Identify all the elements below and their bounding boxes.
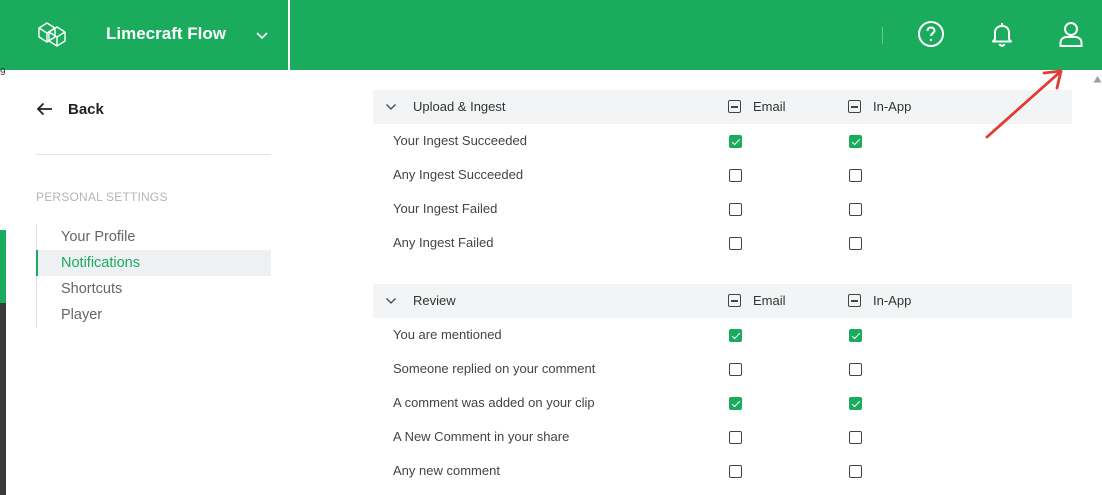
row-label: You are mentioned: [393, 327, 502, 342]
email-checkbox[interactable]: [729, 135, 742, 148]
sidebar-item-player[interactable]: Player: [37, 302, 271, 328]
notification-group-upload-ingest: Upload & Ingest Email In-App Your Ingest…: [373, 90, 1072, 260]
cubes-logo-icon[interactable]: [36, 18, 76, 50]
sidebar-item-your-profile[interactable]: Your Profile: [37, 224, 271, 250]
notification-row: Any Ingest Failed: [373, 226, 1072, 260]
chevron-down-icon[interactable]: [254, 28, 270, 42]
row-label: Your Ingest Succeeded: [393, 133, 527, 148]
row-label: A New Comment in your share: [393, 429, 570, 444]
row-label: Your Ingest Failed: [393, 201, 498, 216]
inapp-checkbox[interactable]: [849, 237, 862, 250]
arrow-left-icon: [36, 102, 52, 116]
notification-row: Someone replied on your comment: [373, 352, 1072, 386]
notification-row: Your Ingest Succeeded: [373, 124, 1072, 158]
row-label: Any Ingest Failed: [393, 235, 494, 250]
back-label: Back: [68, 100, 104, 118]
annotation-arrow-icon: [985, 69, 1063, 139]
select-all-email-checkbox[interactable]: [728, 100, 741, 113]
email-column-header[interactable]: Email: [728, 293, 786, 308]
inapp-header-label: In-App: [873, 99, 912, 114]
select-all-inapp-checkbox[interactable]: [848, 294, 861, 307]
group-title: Review: [413, 293, 456, 308]
email-header-label: Email: [753, 293, 786, 308]
inapp-checkbox[interactable]: [849, 431, 862, 444]
help-circle-icon: [918, 21, 944, 47]
inapp-checkbox[interactable]: [849, 363, 862, 376]
email-checkbox[interactable]: [729, 397, 742, 410]
bell-icon: [992, 23, 1012, 47]
inapp-checkbox[interactable]: [849, 465, 862, 478]
notification-row: Any new comment: [373, 454, 1072, 488]
sidebar-item-notifications[interactable]: Notifications: [36, 250, 271, 276]
notification-row: A comment was added on your clip: [373, 386, 1072, 420]
edge-fragment-green: [0, 230, 6, 303]
sidebar-item-shortcuts[interactable]: Shortcuts: [37, 276, 271, 302]
inapp-header-label: In-App: [873, 293, 912, 308]
email-header-label: Email: [753, 99, 786, 114]
notification-group-review: Review Email In-App You are mentioned So…: [373, 284, 1072, 488]
inapp-checkbox[interactable]: [849, 135, 862, 148]
row-label: Someone replied on your comment: [393, 361, 596, 376]
inapp-column-header[interactable]: In-App: [848, 293, 911, 308]
notification-row: A New Comment in your share: [373, 420, 1072, 454]
app-title[interactable]: Limecraft Flow: [106, 24, 226, 44]
settings-nav: Your Profile Notifications Shortcuts Pla…: [36, 224, 271, 328]
edge-fragment: 9: [0, 67, 6, 78]
chevron-down-icon[interactable]: [385, 101, 397, 113]
edge-fragment-dark: [0, 303, 6, 495]
topbar-separator: [882, 27, 883, 44]
user-menu-button[interactable]: [1055, 18, 1087, 50]
inapp-column-header[interactable]: In-App: [848, 99, 911, 114]
topbar-divider: [288, 0, 290, 70]
email-checkbox[interactable]: [729, 363, 742, 376]
notification-row: Your Ingest Failed: [373, 192, 1072, 226]
row-label: A comment was added on your clip: [393, 395, 595, 410]
chevron-down-icon[interactable]: [385, 295, 397, 307]
select-all-email-checkbox[interactable]: [728, 294, 741, 307]
inapp-checkbox[interactable]: [849, 169, 862, 182]
email-checkbox[interactable]: [729, 203, 742, 216]
row-label: Any Ingest Succeeded: [393, 167, 524, 182]
back-button[interactable]: Back: [36, 100, 104, 118]
select-all-inapp-checkbox[interactable]: [848, 100, 861, 113]
group-header[interactable]: Upload & Ingest Email In-App: [373, 90, 1072, 124]
scroll-up-icon[interactable]: [1093, 75, 1102, 83]
help-button[interactable]: [915, 18, 947, 50]
inapp-checkbox[interactable]: [849, 397, 862, 410]
row-label: Any new comment: [393, 463, 500, 478]
email-column-header[interactable]: Email: [728, 99, 786, 114]
email-checkbox[interactable]: [729, 465, 742, 478]
inapp-checkbox[interactable]: [849, 203, 862, 216]
section-label: PERSONAL SETTINGS: [36, 190, 168, 204]
email-checkbox[interactable]: [729, 169, 742, 182]
user-icon: [1059, 22, 1083, 47]
notifications-button[interactable]: [986, 18, 1018, 50]
email-checkbox[interactable]: [729, 329, 742, 342]
inapp-checkbox[interactable]: [849, 329, 862, 342]
notification-row: Any Ingest Succeeded: [373, 158, 1072, 192]
sidebar-divider: [36, 154, 271, 155]
group-header[interactable]: Review Email In-App: [373, 284, 1072, 318]
email-checkbox[interactable]: [729, 237, 742, 250]
top-bar: Limecraft Flow: [0, 0, 1102, 70]
email-checkbox[interactable]: [729, 431, 742, 444]
group-title: Upload & Ingest: [413, 99, 506, 114]
notification-row: You are mentioned: [373, 318, 1072, 352]
